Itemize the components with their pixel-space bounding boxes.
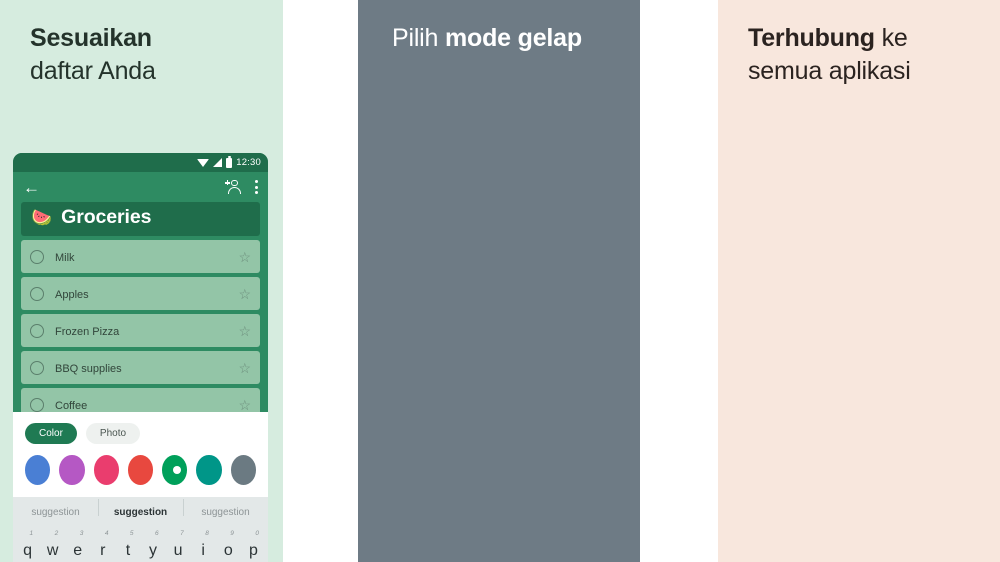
suggestion-2[interactable]: suggestion	[98, 499, 183, 518]
key-o-number: 9	[230, 530, 234, 537]
suggestion-3[interactable]: suggestion	[183, 499, 268, 518]
key-e-letter: e	[73, 542, 83, 559]
key-t-letter: t	[125, 542, 131, 559]
task-title: Frozen Pizza	[55, 325, 120, 338]
checkbox-circle[interactable]	[30, 360, 44, 375]
keyboard-suggestion-bar: suggestion suggestion suggestion	[13, 497, 268, 528]
task-title: Coffee	[55, 399, 88, 412]
key-i-letter: i	[201, 542, 205, 559]
key-i-number: 8	[205, 530, 209, 537]
key-i[interactable]: 8i	[191, 530, 216, 560]
tab-photo[interactable]: Photo	[85, 423, 141, 444]
phone-mockup-groceries: 12:30 ← 🍉 Groceries Milk ☆ Apples ☆ Froz…	[13, 153, 268, 562]
swatch-teal[interactable]	[196, 455, 222, 485]
key-u-number: 7	[180, 530, 184, 537]
wifi-icon	[197, 158, 210, 167]
panel-3-headline: Terhubung ke semua aplikasi	[748, 22, 982, 88]
panel-customize: Sesuaikan daftar Anda 12:30 ← 🍉 Grocerie…	[0, 0, 283, 562]
panel-1-headline: Sesuaikan daftar Anda	[30, 22, 265, 88]
add-person-icon[interactable]	[225, 179, 242, 195]
app-bar: ←	[13, 172, 268, 202]
swatch-blue[interactable]	[25, 455, 51, 485]
task-title: Apples	[55, 288, 89, 301]
row-body: Frozen Pizza	[44, 318, 231, 344]
sheet-content: Color Photo	[13, 412, 268, 497]
key-t[interactable]: 5t	[115, 530, 140, 560]
task-title: BBQ supplies	[55, 362, 122, 375]
battery-icon	[226, 155, 233, 168]
star-icon[interactable]: ☆	[238, 398, 251, 412]
screenshot-stage: Sesuaikan daftar Anda 12:30 ← 🍉 Grocerie…	[0, 0, 1000, 562]
key-p[interactable]: 0p	[241, 530, 266, 560]
checkbox-circle[interactable]	[30, 397, 44, 412]
overflow-menu-icon[interactable]	[255, 180, 258, 194]
star-icon[interactable]: ☆	[238, 324, 251, 338]
tab-color[interactable]: Color	[25, 423, 77, 444]
headline-bold: Terhubung	[748, 24, 875, 52]
panel-connected: Terhubung ke semua aplikasi 12:30 ← Flag…	[718, 0, 1000, 562]
table-row[interactable]: BBQ supplies ☆	[21, 351, 260, 384]
panel-2-headline: Pilih mode gelap	[392, 22, 622, 55]
sheet-tabs: Color Photo	[25, 423, 256, 444]
star-icon[interactable]: ☆	[238, 287, 251, 301]
headline-pre: Pilih	[392, 24, 445, 52]
key-y[interactable]: 6y	[140, 530, 165, 560]
key-w[interactable]: 2w	[40, 530, 65, 560]
key-u[interactable]: 7u	[166, 530, 191, 560]
row-body: BBQ supplies	[44, 355, 231, 381]
star-icon[interactable]: ☆	[238, 361, 251, 375]
checkbox-circle[interactable]	[30, 286, 44, 301]
headline-bold: Sesuaikan	[30, 24, 152, 52]
headline-rest: daftar Anda	[30, 57, 156, 85]
swatch-pink[interactable]	[93, 455, 119, 485]
key-w-letter: w	[46, 542, 59, 559]
key-r[interactable]: 4r	[90, 530, 115, 560]
key-e-number: 3	[79, 530, 84, 537]
checkbox-circle[interactable]	[30, 249, 44, 264]
status-bar: 12:30	[13, 153, 268, 172]
row-body: Milk	[44, 244, 231, 270]
watermelon-icon: 🍉	[31, 208, 53, 227]
key-r-letter: r	[100, 542, 106, 559]
swatch-green-selected[interactable]	[162, 455, 188, 485]
signal-icon	[213, 158, 223, 167]
task-list: Milk ☆ Apples ☆ Frozen Pizza ☆ BBQ suppl…	[13, 236, 268, 421]
key-q[interactable]: 1q	[15, 530, 40, 560]
key-e[interactable]: 3e	[65, 530, 90, 560]
swatch-purple[interactable]	[59, 455, 85, 485]
headline-bold: mode gelap	[445, 24, 582, 52]
color-swatches	[25, 455, 256, 485]
key-r-number: 4	[104, 530, 109, 537]
color-picker-sheet: Color Photo suggestion suggestion sugges…	[13, 412, 268, 562]
back-arrow-icon[interactable]: ←	[23, 179, 40, 196]
swatch-red[interactable]	[127, 455, 154, 485]
keyboard-row-qwerty: 1q 2w 3e 4r 5t 6y 7u 8i 9o 0p	[13, 528, 268, 562]
checkbox-circle[interactable]	[30, 323, 44, 338]
suggestion-1[interactable]: suggestion	[13, 507, 98, 518]
table-row[interactable]: Frozen Pizza ☆	[21, 314, 260, 347]
key-o-letter: o	[223, 542, 233, 559]
key-q-letter: q	[23, 542, 32, 559]
key-t-number: 5	[129, 530, 134, 537]
table-row[interactable]: Milk ☆	[21, 240, 260, 273]
task-title: Milk	[55, 251, 75, 264]
status-time: 12:30	[236, 157, 261, 168]
panel-dark-mode: Pilih mode gelap 12:30 ← 3 🏡 Home	[358, 0, 640, 562]
key-w-number: 2	[54, 530, 59, 537]
key-o[interactable]: 9o	[216, 530, 241, 560]
key-y-letter: y	[149, 542, 158, 559]
list-title-bar[interactable]: 🍉 Groceries	[21, 202, 260, 236]
key-u-letter: u	[173, 542, 183, 559]
table-row[interactable]: Apples ☆	[21, 277, 260, 310]
key-q-number: 1	[29, 530, 34, 537]
swatch-gray[interactable]	[230, 455, 256, 485]
key-p-letter: p	[248, 542, 258, 559]
star-icon[interactable]: ☆	[238, 250, 251, 264]
key-y-number: 6	[155, 530, 159, 537]
list-title: Groceries	[61, 206, 152, 228]
row-body: Apples	[44, 281, 231, 307]
key-p-number: 0	[255, 530, 260, 537]
